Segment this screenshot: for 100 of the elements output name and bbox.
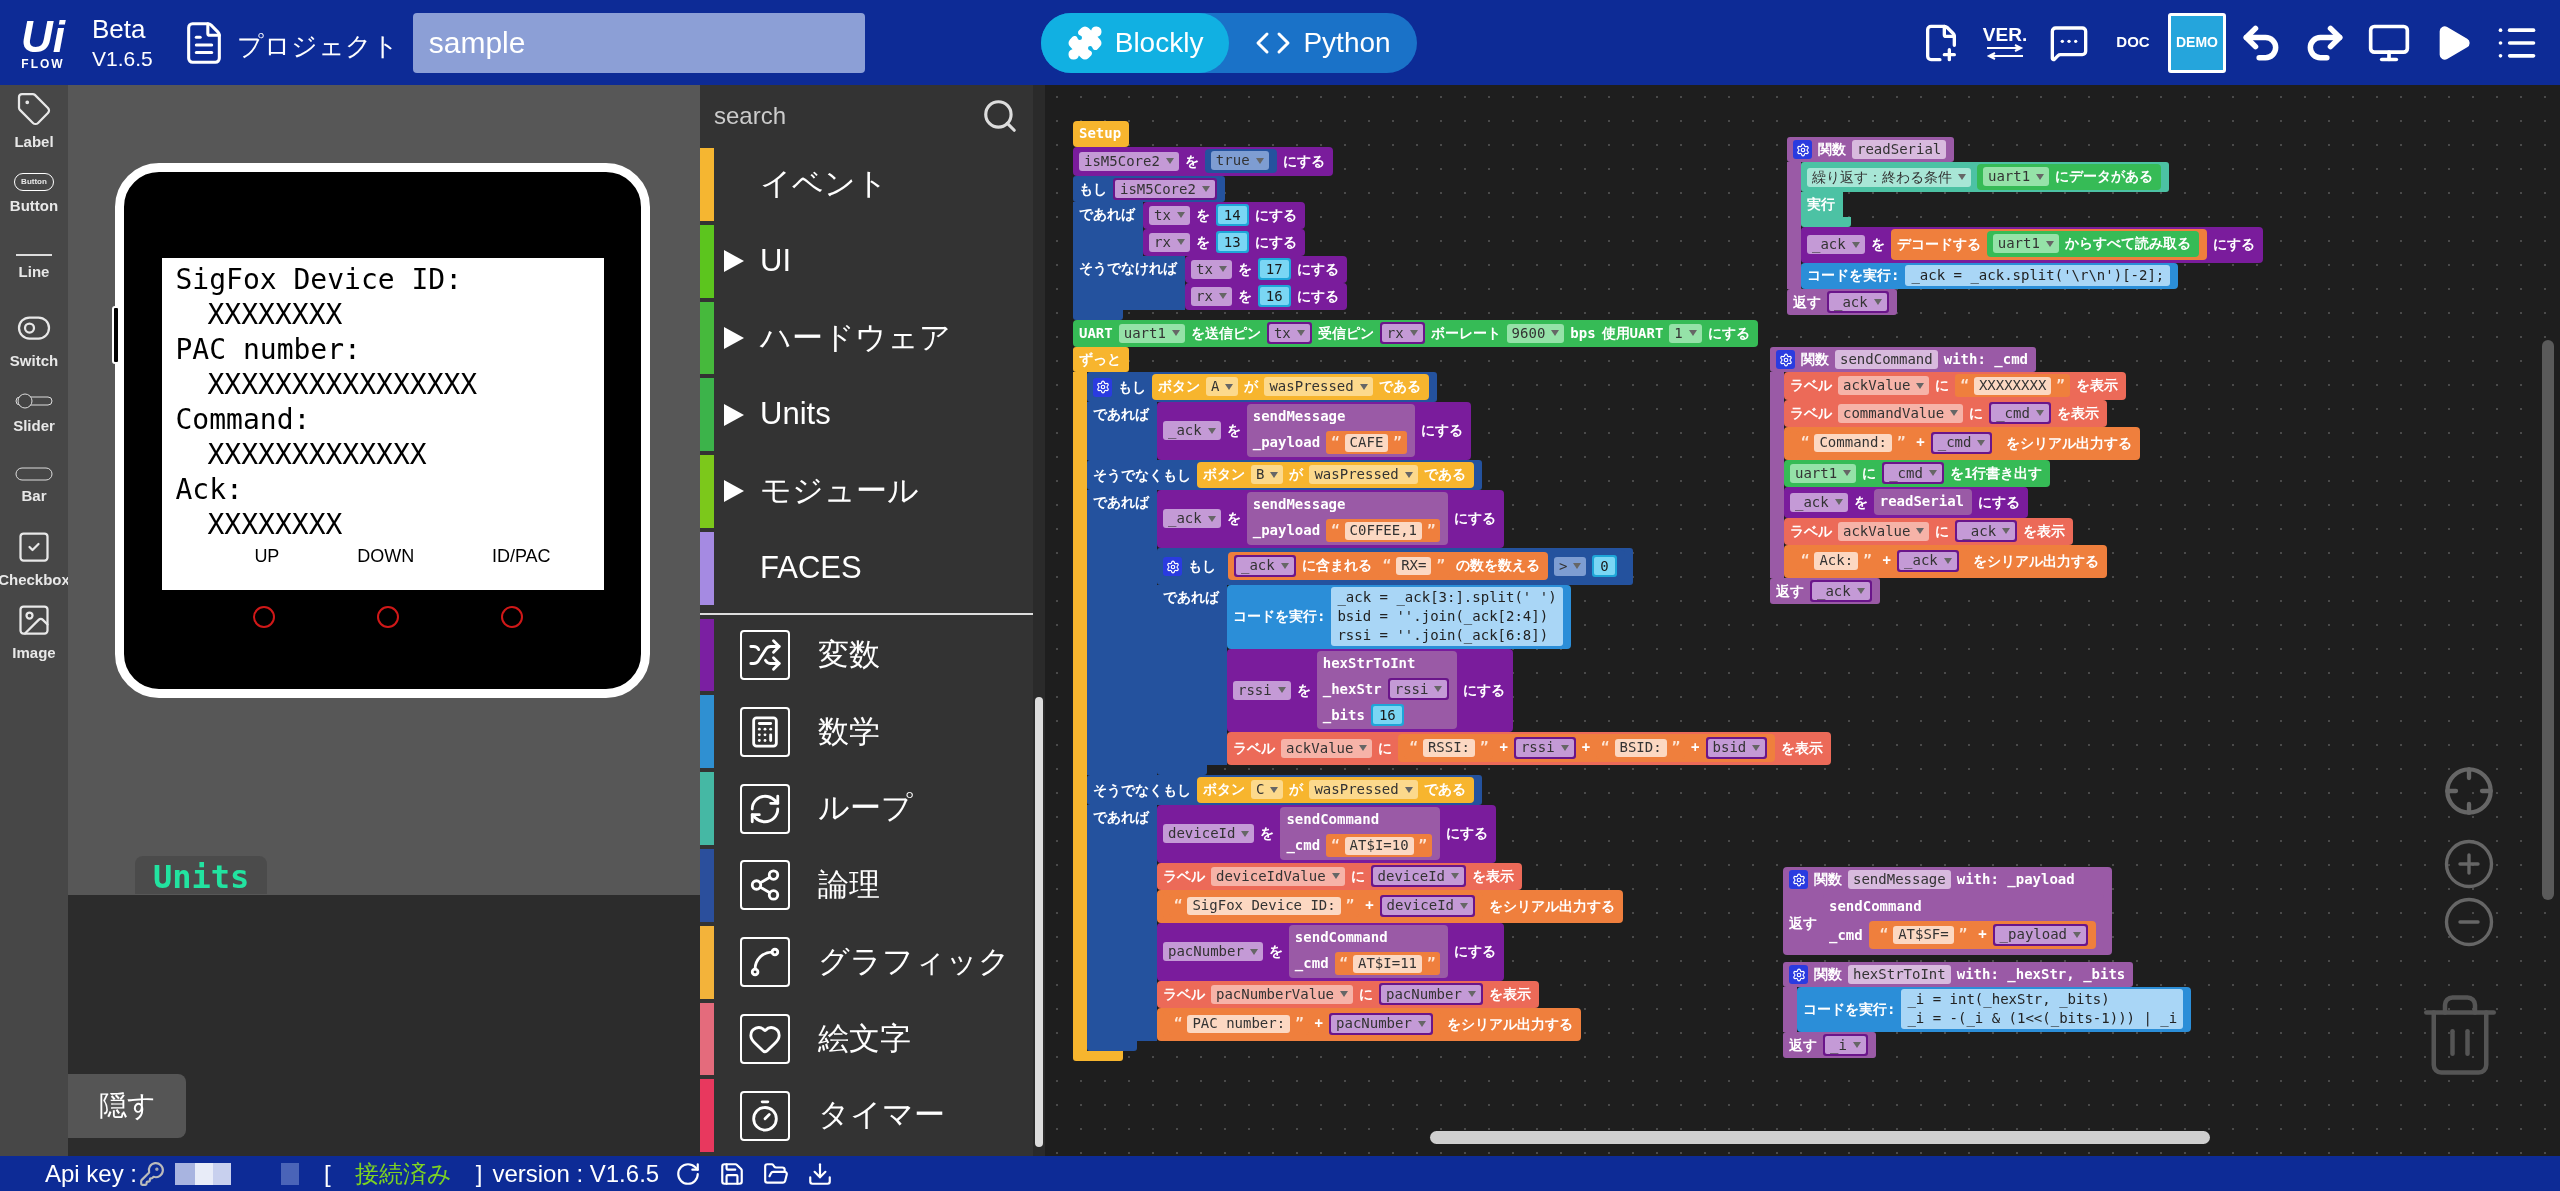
text-field[interactable]: AT$SF=	[1893, 925, 1954, 944]
scrollbar-thumb[interactable]	[1035, 697, 1043, 1147]
category-item[interactable]: グラフィック	[700, 925, 1033, 999]
number-field[interactable]: 0	[1594, 557, 1615, 575]
text-field[interactable]: SigFox Device ID:	[1187, 896, 1341, 915]
dropdown-field[interactable]: pacNumberValue	[1211, 984, 1353, 1004]
dropdown-field[interactable]: tx	[1268, 324, 1310, 342]
name-field[interactable]: sendMessage	[1848, 870, 1951, 889]
category-item[interactable]: イベント	[700, 147, 1033, 221]
name-field[interactable]: readSerial	[1852, 140, 1947, 159]
dropdown-field[interactable]: pacNumber	[1381, 985, 1481, 1003]
dropdown-field[interactable]: ackValue	[1838, 376, 1930, 395]
doc-button[interactable]: DOC	[2104, 12, 2162, 73]
text-field[interactable]: PAC number:	[1187, 1014, 1291, 1033]
dropdown-field[interactable]: _i	[1825, 1036, 1866, 1054]
zoom-out-icon[interactable]	[2442, 895, 2496, 949]
category-item[interactable]: 変数	[700, 618, 1033, 692]
dropdown-field[interactable]: ackValue	[1281, 738, 1373, 758]
gear-icon[interactable]	[1789, 965, 1808, 984]
search-field[interactable]: search	[714, 98, 981, 135]
version-button[interactable]: VER.	[1976, 12, 2034, 73]
dropdown-field[interactable]: deviceId	[1372, 867, 1464, 885]
widget-button[interactable]: Line	[1, 237, 67, 300]
text-field[interactable]: XXXXXXXX	[1973, 376, 2052, 395]
dropdown-field[interactable]: wasPressed	[1309, 780, 1418, 799]
dropdown-field[interactable]: uart1	[1118, 323, 1185, 343]
text-field[interactable]: BSID:	[1614, 738, 1667, 757]
dropdown-field[interactable]: rssi	[1233, 680, 1291, 700]
category-item[interactable]: FACES	[700, 531, 1033, 605]
dropdown-field[interactable]: C	[1251, 780, 1284, 799]
text-field[interactable]: RSSI:	[1422, 738, 1476, 757]
widget-button[interactable]: Bar	[1, 456, 67, 519]
category-item[interactable]: UI	[700, 224, 1033, 298]
dropdown-field[interactable]: isM5Core2	[1079, 151, 1179, 171]
horizontal-scrollbar[interactable]	[1430, 1131, 2210, 1144]
name-field[interactable]: sendCommand	[1835, 350, 1938, 369]
dropdown-field[interactable]: B	[1251, 465, 1284, 484]
dropdown-field[interactable]: _cmd	[1884, 464, 1942, 482]
recenter-icon[interactable]	[2443, 765, 2495, 817]
dropdown-field[interactable]: _ack	[1807, 235, 1865, 254]
dropdown-field[interactable]: _ack	[1790, 492, 1848, 512]
folder-icon[interactable]	[763, 1160, 790, 1187]
zoom-in-icon[interactable]	[2442, 837, 2496, 891]
dropdown-field[interactable]: commandValue	[1838, 403, 1964, 423]
number-field[interactable]: 17	[1259, 260, 1289, 278]
category-item[interactable]: Units	[700, 378, 1033, 452]
number-field[interactable]: 13	[1217, 233, 1247, 251]
mode-tab[interactable]: Python	[1229, 12, 1417, 73]
category-item[interactable]: 数学	[700, 695, 1033, 769]
category-item[interactable]: ループ	[700, 772, 1033, 845]
dropdown-field[interactable]: deviceId	[1381, 896, 1474, 915]
text-field[interactable]: Ack:	[1814, 551, 1859, 570]
dropdown-field[interactable]: 1	[1669, 323, 1702, 343]
dropdown-field[interactable]: wasPressed	[1264, 377, 1373, 396]
dropdown-field[interactable]: uart1	[1983, 167, 2050, 186]
dropdown-field[interactable]: ackValue	[1838, 521, 1930, 541]
dropdown-field[interactable]: rx	[1191, 286, 1232, 306]
refresh-icon[interactable]	[675, 1160, 702, 1187]
hide-button[interactable]: 隠す	[68, 1074, 186, 1138]
number-field[interactable]: 16	[1372, 706, 1402, 724]
vertical-scrollbar[interactable]	[2542, 340, 2554, 900]
project-button[interactable]: プロジェクト	[180, 19, 399, 66]
save-icon[interactable]	[719, 1160, 746, 1187]
dropdown-field[interactable]: isM5Core2	[1115, 180, 1215, 198]
widget-button[interactable]: Slider	[1, 383, 67, 446]
dropdown-field[interactable]: 繰り返す：終わる条件	[1807, 167, 1971, 187]
dropdown-field[interactable]: uart1	[1790, 463, 1857, 483]
text-field[interactable]: RX=	[1396, 556, 1432, 575]
gear-icon[interactable]	[1093, 377, 1112, 397]
hardware-button[interactable]	[252, 606, 275, 628]
gear-icon[interactable]	[1789, 870, 1808, 889]
dropdown-field[interactable]: _payload	[1994, 925, 2087, 944]
text-field[interactable]: AT$I=11	[1353, 954, 1423, 973]
dropdown-field[interactable]: A	[1206, 377, 1239, 396]
dropdown-field[interactable]: _ack	[1236, 556, 1294, 575]
dropdown-field[interactable]: deviceId	[1163, 824, 1255, 843]
category-item[interactable]: タイマー	[700, 1079, 1033, 1153]
dropdown-field[interactable]: deviceIdValue	[1211, 866, 1345, 886]
dropdown-field[interactable]: rx	[1381, 324, 1423, 342]
dropdown-field[interactable]: _cmd	[1991, 404, 2049, 422]
gear-icon[interactable]	[1793, 140, 1812, 159]
text-field[interactable]: Command:	[1814, 433, 1892, 452]
dropdown-field[interactable]: true	[1210, 151, 1269, 170]
gear-icon[interactable]	[1776, 350, 1795, 369]
widget-button[interactable]: Switch	[1, 310, 67, 373]
text-field[interactable]: C0FFEE,1	[1344, 521, 1423, 540]
dropdown-field[interactable]: pacNumber	[1163, 942, 1263, 961]
dropdown-field[interactable]: _cmd	[1932, 433, 1991, 452]
category-item[interactable]: ハードウェア	[700, 301, 1033, 375]
number-field[interactable]: 16	[1259, 287, 1289, 305]
dropdown-field[interactable]: wasPressed	[1309, 465, 1418, 484]
dropdown-field[interactable]: _ack	[1163, 509, 1221, 528]
dropdown-field[interactable]: tx	[1191, 259, 1232, 279]
category-item[interactable]: 論理	[700, 848, 1033, 922]
widget-button[interactable]: Label	[1, 91, 67, 154]
download-icon[interactable]	[807, 1160, 834, 1187]
hardware-button[interactable]	[500, 606, 523, 628]
dropdown-field[interactable]: _ack	[1899, 551, 1957, 570]
widget-button[interactable]: Image	[1, 602, 67, 665]
dropdown-field[interactable]: bsid	[1707, 738, 1766, 757]
